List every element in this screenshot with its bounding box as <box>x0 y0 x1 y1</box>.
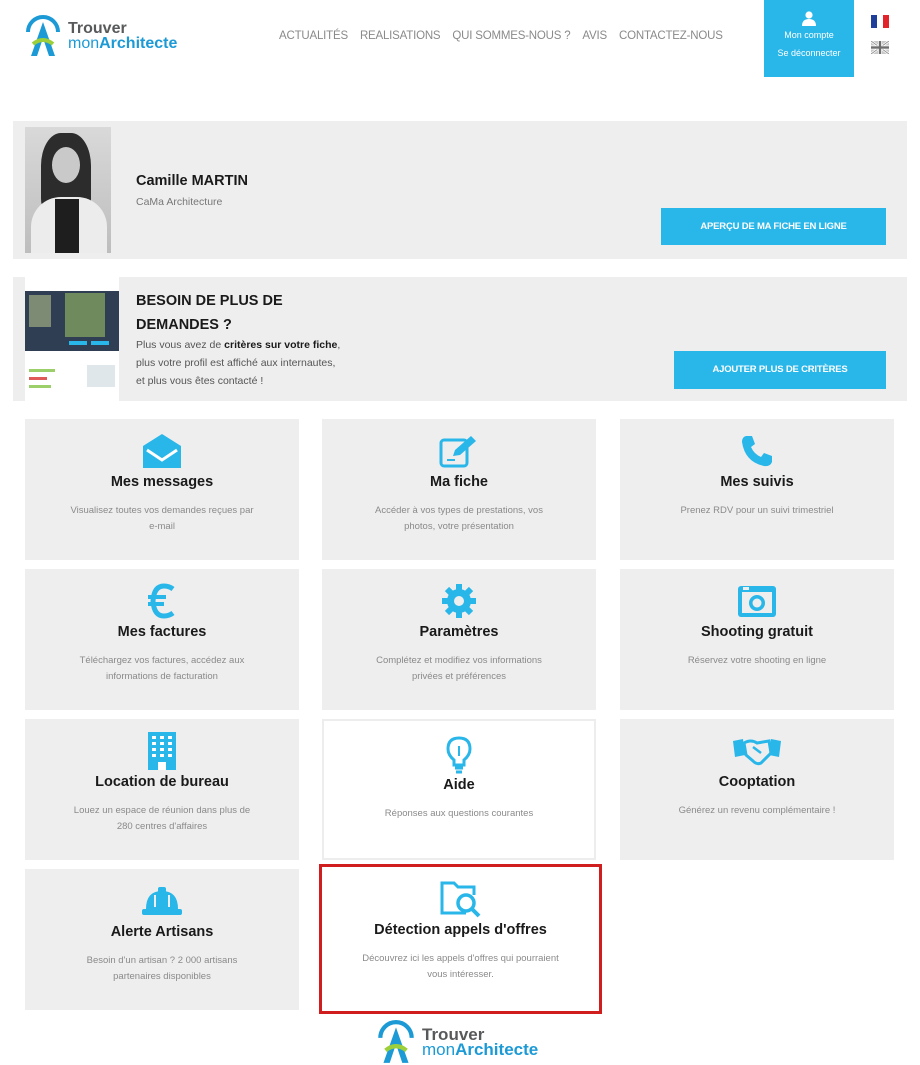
profile-company: CaMa Architecture <box>136 196 223 208</box>
tile-title: Ma fiche <box>429 474 488 490</box>
main-nav: ACTUALITÉS REALISATIONS QUI SOMMES-NOUS … <box>279 30 723 42</box>
footer-logo[interactable]: Trouver monArchitecte <box>376 1019 538 1065</box>
preview-profile-button[interactable]: APERÇU DE MA FICHE EN LIGNE <box>661 208 886 245</box>
tile-title: Mes factures <box>117 624 207 640</box>
profile-name: Camille MARTIN <box>136 173 248 189</box>
nav-avis[interactable]: AVIS <box>582 30 607 42</box>
avatar <box>25 127 111 253</box>
tile-title: Paramètres <box>419 624 499 640</box>
logo-line1: Trouver <box>68 20 127 37</box>
tile-description: Réponses aux questions courantes <box>384 808 534 819</box>
tile-description: Découvrez ici les appels d'offres qui po… <box>362 953 559 980</box>
promo-description: Plus vous avez de critères sur votre fic… <box>136 339 341 387</box>
tile-description: Prenez RDV pour un suivi trimestriel <box>680 505 834 516</box>
logo-line2-light: mon <box>68 35 100 52</box>
tile-description: Réservez votre shooting en ligne <box>687 655 827 666</box>
tile-location-de-bureau[interactable]: Location de bureau Louez un espace de ré… <box>25 719 299 860</box>
site-logo[interactable]: Trouver monArchitecte <box>24 14 177 58</box>
tile-description: Complétez et modifiez vos informations p… <box>376 655 542 682</box>
nav-qui-sommes-nous[interactable]: QUI SOMMES-NOUS ? <box>452 30 570 42</box>
logo-icon <box>378 1020 414 1063</box>
logo-line2-bold: Architecte <box>99 35 178 52</box>
tile-description: Besoin d'un artisan ? 2 000 artisans par… <box>86 955 238 982</box>
tile-title: Détection appels d'offres <box>374 922 547 938</box>
gear-icon <box>322 581 596 621</box>
tile-description: Accéder à vos types de prestations, vos … <box>375 505 543 532</box>
tile-title: Mes suivis <box>720 474 794 490</box>
envelope-icon <box>25 431 299 471</box>
tile-detection-appels-offres[interactable]: Détection appels d'offres Découvrez ici … <box>319 864 602 1014</box>
tile-title: Location de bureau <box>95 774 229 790</box>
tile-title: Shooting gratuit <box>701 624 813 640</box>
lightbulb-icon <box>324 735 594 775</box>
nav-realisations[interactable]: REALISATIONS <box>360 30 441 42</box>
tile-title: Cooptation <box>718 774 796 790</box>
tile-parametres[interactable]: Paramètres Complétez et modifiez vos inf… <box>322 569 596 710</box>
building-icon <box>25 731 299 771</box>
phone-icon <box>620 431 894 471</box>
nav-actualites[interactable]: ACTUALITÉS <box>279 30 348 42</box>
tile-shooting-gratuit[interactable]: Shooting gratuit Réservez votre shooting… <box>620 569 894 710</box>
tile-title: Alerte Artisans <box>110 924 214 940</box>
tile-description: Louez un espace de réunion dans plus de … <box>73 805 251 832</box>
logo-icon <box>26 15 60 56</box>
tile-aide[interactable]: Aide Réponses aux questions courantes <box>322 719 596 860</box>
tile-description: Téléchargez vos factures, accédez aux in… <box>79 655 245 682</box>
account-button[interactable]: Mon compte Se déconnecter <box>764 0 854 77</box>
handshake-icon <box>620 731 894 771</box>
logout-link[interactable]: Se déconnecter <box>764 48 854 58</box>
tile-title: Mes messages <box>110 474 214 490</box>
tile-mes-suivis[interactable]: Mes suivis Prenez RDV pour un suivi trim… <box>620 419 894 560</box>
profile-screenshot-thumbnail <box>25 277 119 401</box>
promo-banner: BESOIN DE PLUS DE DEMANDES ? Plus vous a… <box>13 277 907 401</box>
hardhat-icon <box>25 881 299 921</box>
promo-title: BESOIN DE PLUS DE DEMANDES ? <box>136 293 283 333</box>
add-criteria-button[interactable]: AJOUTER PLUS DE CRITÈRES <box>674 351 886 389</box>
tile-mes-messages[interactable]: Mes messages Visualisez toutes vos deman… <box>25 419 299 560</box>
profile-banner: Camille MARTIN CaMa Architecture APERÇU … <box>13 121 907 259</box>
edit-icon <box>322 431 596 471</box>
tile-mes-factures[interactable]: Mes factures Téléchargez vos factures, a… <box>25 569 299 710</box>
tile-ma-fiche[interactable]: Ma fiche Accéder à vos types de prestati… <box>322 419 596 560</box>
folder-search-icon <box>322 879 599 919</box>
camera-icon <box>620 581 894 621</box>
uk-flag-icon[interactable] <box>871 41 889 54</box>
tile-description: Générez un revenu complémentaire ! <box>678 805 836 816</box>
tile-cooptation[interactable]: Cooptation Générez un revenu complémenta… <box>620 719 894 860</box>
euro-icon <box>25 581 299 621</box>
tile-title: Aide <box>443 777 475 793</box>
site-header: Trouver monArchitecte ACTUALITÉS REALISA… <box>0 0 920 80</box>
fr-flag-icon[interactable] <box>871 15 889 28</box>
tile-description: Visualisez toutes vos demandes reçues pa… <box>70 505 254 532</box>
account-label[interactable]: Mon compte <box>764 30 854 40</box>
user-icon <box>764 11 854 26</box>
tile-alerte-artisans[interactable]: Alerte Artisans Besoin d'un artisan ? 2 … <box>25 869 299 1010</box>
nav-contactez-nous[interactable]: CONTACTEZ-NOUS <box>619 30 723 42</box>
